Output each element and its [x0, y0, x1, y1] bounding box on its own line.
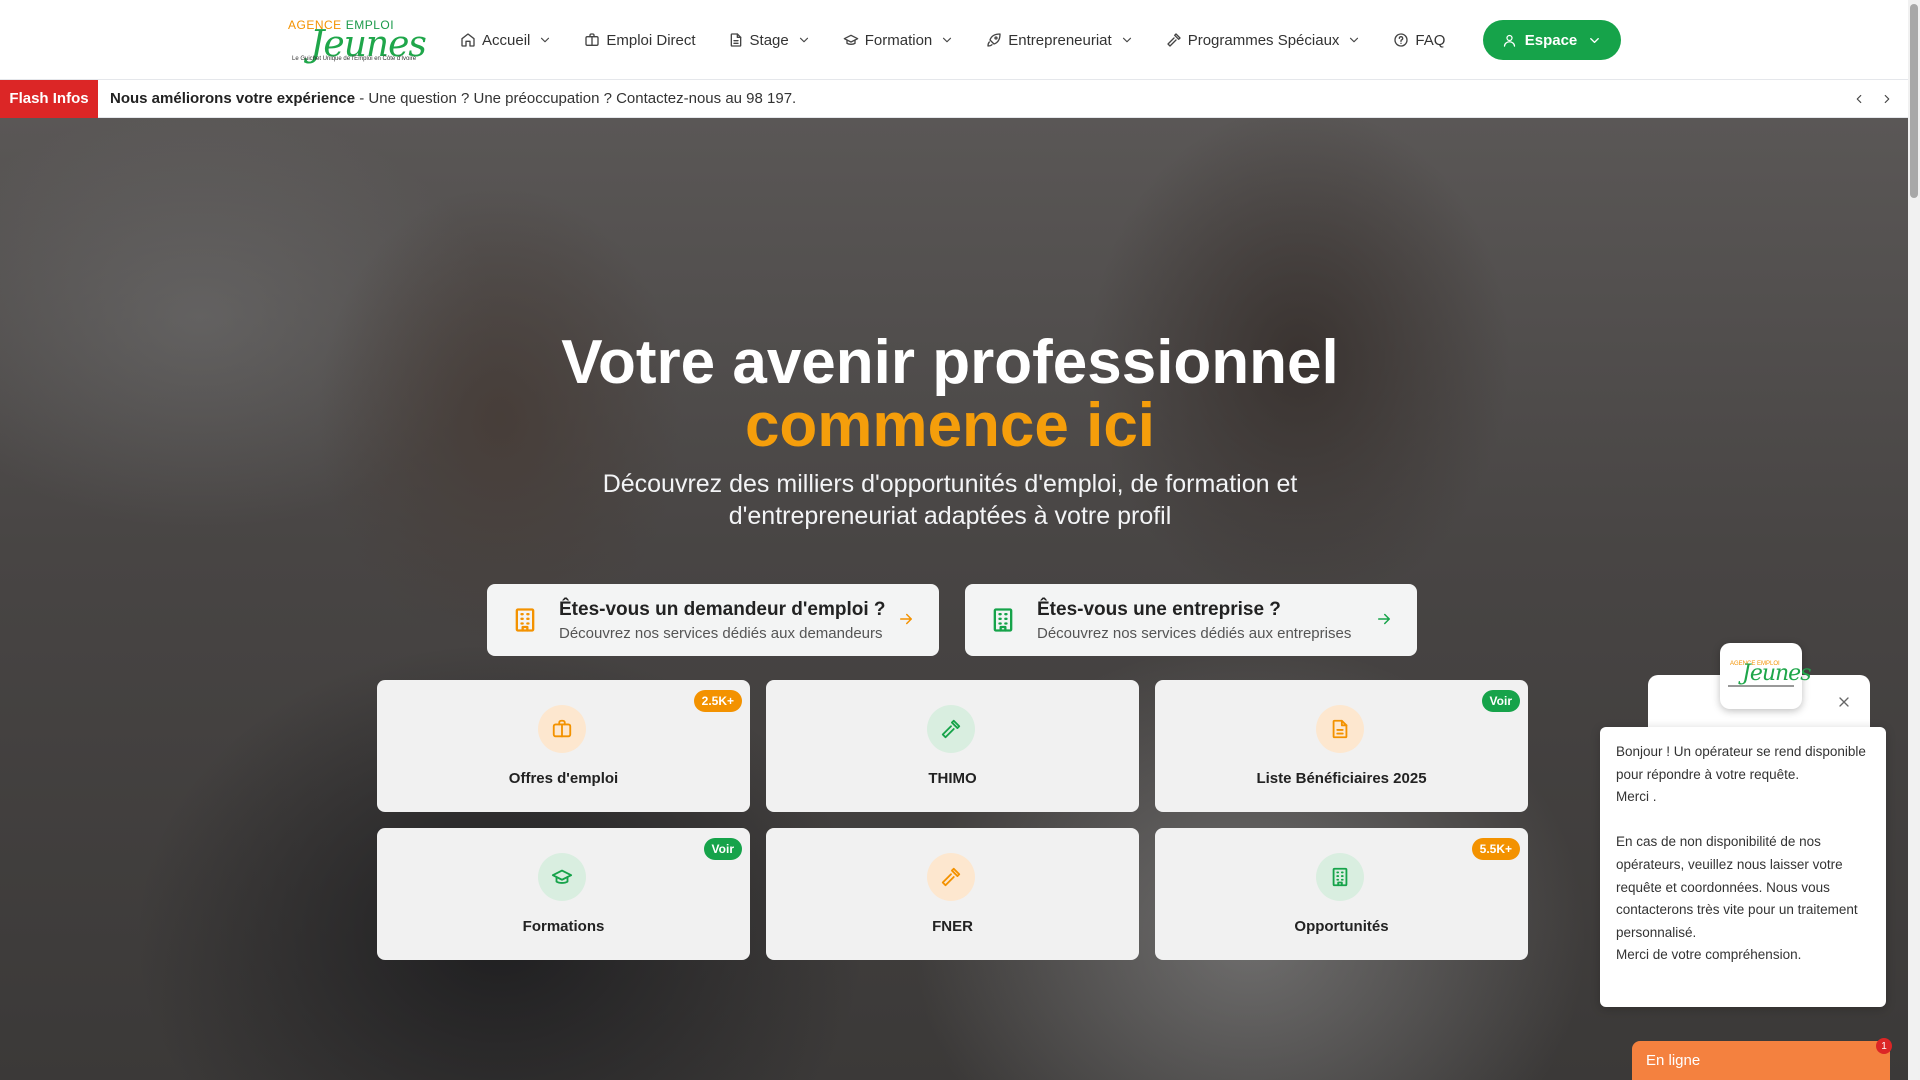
- nav-item-label: Formation: [864, 31, 933, 49]
- document-icon: [1316, 705, 1364, 753]
- chat-message-line: En cas de non disponibilité de nos opéra…: [1616, 834, 1858, 940]
- voir-badge: Voir: [703, 838, 742, 860]
- chevron-down-icon: [1347, 33, 1361, 47]
- hero-subtitle: Découvrez des milliers d'opportunités d'…: [602, 470, 1298, 530]
- flash-info-label: Flash Infos: [0, 79, 98, 118]
- hammer-icon: [1166, 32, 1182, 48]
- building-icon: [511, 606, 539, 634]
- flash-message: - Une question ? Une préoccupation ? Con…: [355, 90, 797, 107]
- top-navbar: AGENCE EMPLOI Jeunes Le Guichet Unique de…: [0, 0, 1908, 80]
- espace-button[interactable]: Espace: [1483, 20, 1621, 60]
- cta-job-seeker[interactable]: Êtes-vous un demandeur d'emploi ? Découv…: [487, 584, 939, 656]
- nav-item-label: Programmes Spéciaux: [1187, 31, 1340, 49]
- count-badge: 2.5K+: [693, 690, 742, 712]
- cta-title: Êtes-vous une entreprise ?: [1037, 598, 1281, 620]
- flash-info-text: Nous améliorons votre expérience - Une q…: [110, 90, 796, 107]
- chat-message-bubble: Bonjour ! Un opérateur se rend disponibl…: [1600, 727, 1886, 1007]
- nav-item-stage[interactable]: Stage: [712, 20, 827, 60]
- hero-title: Votre avenir professionnel: [561, 328, 1339, 397]
- scrollbar-thumb[interactable]: [1910, 4, 1918, 198]
- nav-item-accueil[interactable]: Accueil: [444, 20, 568, 60]
- card-thimo[interactable]: THIMO: [766, 680, 1139, 812]
- document-icon: [728, 32, 744, 48]
- card-label: FNER: [932, 918, 973, 935]
- chevron-down-icon: [797, 33, 811, 47]
- flash-headline: Nous améliorons votre expérience: [110, 90, 356, 107]
- card-fner[interactable]: FNER: [766, 828, 1139, 960]
- nav-item-formation[interactable]: Formation: [827, 20, 971, 60]
- rocket-icon: [986, 32, 1002, 48]
- main-nav: Accueil Emploi Direct Stage Formation En…: [444, 0, 1461, 80]
- building-icon: [1316, 853, 1364, 901]
- nav-item-label: Stage: [749, 31, 789, 49]
- chat-logo: AGENCE EMPLOI Jeunes: [1720, 643, 1811, 709]
- card-label: Liste Bénéficiaires 2025: [1256, 770, 1427, 787]
- chevron-down-icon: [1587, 33, 1602, 48]
- card-liste-beneficiaires[interactable]: Voir Liste Bénéficiaires 2025: [1155, 680, 1528, 812]
- chevron-down-icon: [1120, 33, 1134, 47]
- page-scrollbar[interactable]: [1908, 0, 1920, 1080]
- briefcase-icon: [538, 705, 586, 753]
- chevron-down-icon: [538, 33, 552, 47]
- nav-item-label: FAQ: [1415, 31, 1446, 49]
- card-opportunites[interactable]: 5.5K+ Opportunités: [1155, 828, 1528, 960]
- count-badge: 5.5K+: [1471, 838, 1520, 860]
- home-icon: [460, 32, 476, 48]
- chat-message-line: Bonjour ! Un opérateur se rend disponibl…: [1616, 744, 1866, 782]
- cta-description: Découvrez nos services dédiés aux demand…: [559, 624, 883, 642]
- site-logo[interactable]: AGENCE EMPLOI Jeunes Le Guichet Unique de…: [288, 16, 427, 66]
- nav-item-emploi-direct[interactable]: Emploi Direct: [568, 20, 711, 60]
- espace-label: Espace: [1524, 31, 1578, 49]
- cta-title: Êtes-vous un demandeur d'emploi ?: [559, 598, 886, 620]
- close-icon[interactable]: [1836, 694, 1852, 710]
- chat-tab-label: En ligne: [1646, 1052, 1701, 1069]
- chevron-left-icon[interactable]: [1852, 92, 1866, 106]
- user-icon: [1502, 33, 1517, 48]
- nav-item-entrepreneuriat[interactable]: Entrepreneuriat: [970, 20, 1149, 60]
- chat-message-line: Merci .: [1616, 789, 1657, 805]
- card-label: Opportunités: [1294, 918, 1389, 935]
- voir-badge: Voir: [1481, 690, 1520, 712]
- arrow-right-icon: [897, 610, 915, 628]
- building-icon: [989, 606, 1017, 634]
- nav-item-label: Emploi Direct: [606, 31, 696, 49]
- card-label: Formations: [522, 918, 605, 935]
- graduation-cap-icon: [843, 32, 859, 48]
- logo-tagline: Le Guichet Unique de l'Emploi en Côte d'…: [292, 56, 417, 62]
- nav-item-faq[interactable]: FAQ: [1377, 20, 1461, 60]
- briefcase-icon: [584, 32, 600, 48]
- hammer-icon: [927, 705, 975, 753]
- nav-item-programmes-speciaux[interactable]: Programmes Spéciaux: [1150, 20, 1378, 60]
- nav-item-label: Accueil: [482, 31, 531, 49]
- help-circle-icon: [1393, 32, 1409, 48]
- chat-message-spacer: [1616, 809, 1870, 832]
- card-label: THIMO: [928, 770, 977, 787]
- nav-item-label: Entrepreneuriat: [1008, 31, 1112, 49]
- flash-controls: [1852, 80, 1894, 118]
- chevron-right-icon[interactable]: [1880, 92, 1894, 106]
- cta-company[interactable]: Êtes-vous une entreprise ? Découvrez nos…: [965, 584, 1417, 656]
- unread-badge: 1: [1876, 1038, 1892, 1054]
- chat-message-line: Merci de votre compréhension.: [1616, 947, 1802, 963]
- chat-logo-main-text: Jeunes: [1742, 661, 1811, 686]
- cta-description: Découvrez nos services dédiés aux entrep…: [1037, 624, 1352, 642]
- card-formations[interactable]: Voir Formations: [377, 828, 750, 960]
- flash-info-bar: Flash Infos Nous améliorons votre expéri…: [0, 79, 1908, 118]
- chat-online-tab[interactable]: En ligne: [1632, 1041, 1890, 1080]
- card-label: Offres d'emploi: [508, 770, 619, 787]
- hammer-icon: [927, 853, 975, 901]
- card-offres-emploi[interactable]: 2.5K+ Offres d'emploi: [377, 680, 750, 812]
- chat-logo-line: [1728, 685, 1794, 687]
- chevron-down-icon: [940, 33, 954, 47]
- arrow-right-icon: [1375, 610, 1393, 628]
- graduation-cap-icon: [538, 853, 586, 901]
- hero-title-highlight: commence ici: [744, 391, 1156, 460]
